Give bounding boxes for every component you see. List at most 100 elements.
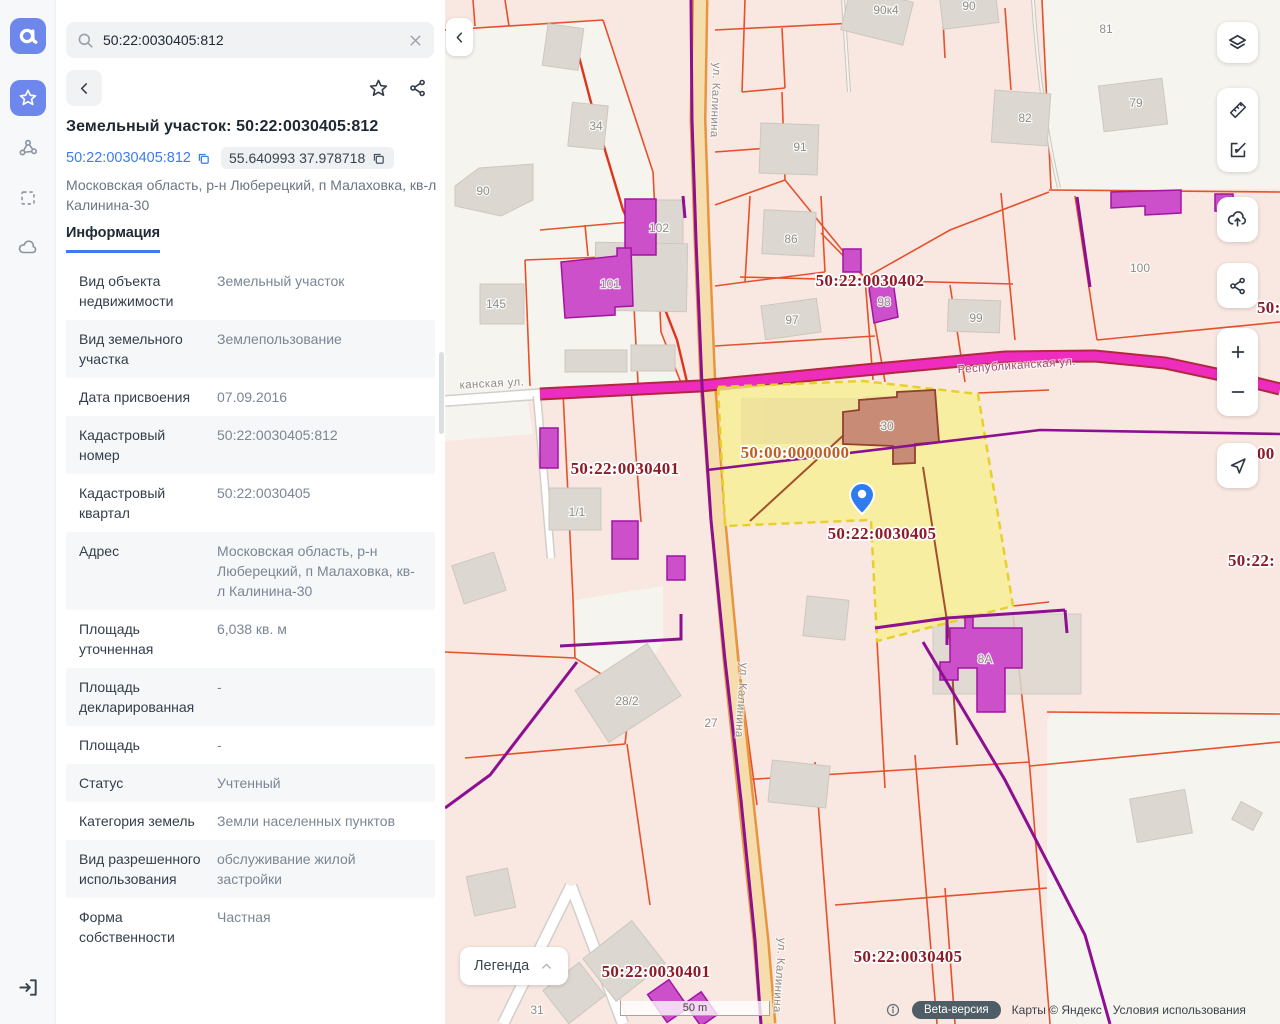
row-label: Вид объекта недвижимости: [79, 271, 205, 311]
row-value: Частная: [217, 907, 422, 947]
zoom-control: [1217, 328, 1258, 416]
info-table: Вид объекта недвижимостиЗемельный участо…: [66, 262, 435, 956]
row-label: Форма собственности: [79, 907, 205, 947]
row-label: Кадастровый квартал: [79, 483, 205, 523]
table-row: Вид земельного участка Землепользование: [66, 320, 435, 378]
edit-square-icon: [1227, 139, 1249, 161]
scale-bar: 50 m: [620, 1001, 770, 1016]
minus-icon: [1228, 382, 1248, 402]
ruler-icon: [1227, 99, 1249, 121]
panel-scrollbar[interactable]: [439, 352, 444, 434]
search-input[interactable]: [103, 32, 399, 48]
chevron-left-icon: [76, 80, 93, 97]
beta-badge[interactable]: Beta-версия: [912, 1001, 1001, 1019]
coordinates-chip: 55.640993 37.978718: [221, 147, 394, 169]
cloud-icon: [16, 236, 40, 260]
row-label: Статус: [79, 773, 205, 793]
row-value: 50:22:0030405:812: [217, 425, 422, 465]
q-label: 50:22:0030401: [602, 962, 711, 981]
tab-information[interactable]: Информация: [66, 225, 160, 253]
sidebar-item-select-area[interactable]: [10, 180, 46, 216]
b-label: 90: [476, 184, 490, 198]
collapse-panel-button[interactable]: [446, 18, 473, 56]
q-label: 50:2: [1257, 298, 1280, 317]
navigate-arrow-icon: [1227, 455, 1249, 477]
locate-me-button[interactable]: [1217, 443, 1258, 488]
row-value: Московская область, р-н Люберецкий, п Ма…: [217, 541, 422, 601]
yandex-maps-credit[interactable]: Карты © Яндекс: [1012, 1003, 1102, 1017]
share-map-button[interactable]: [1217, 263, 1258, 308]
table-row: Дата присвоения 07.09.2016: [66, 378, 435, 416]
chevron-left-icon: [452, 30, 467, 45]
row-label: Вид земельного участка: [79, 329, 205, 369]
favorite-button[interactable]: [362, 72, 394, 104]
row-value: 50:22:0030405: [217, 483, 422, 523]
cloud-upload-icon: [1226, 208, 1249, 231]
row-label: Вид разрешенного использования: [79, 849, 205, 889]
zoom-out-button[interactable]: [1217, 372, 1258, 412]
object-address: Московская область, р-н Люберецкий, п Ма…: [66, 175, 438, 215]
back-button[interactable]: [66, 70, 102, 106]
row-value: 6,038 кв. м: [217, 619, 422, 659]
row-value: Учтенный: [217, 773, 422, 793]
b-label: 27: [704, 716, 718, 730]
logo-icon: [16, 24, 40, 48]
polygon-nodes-icon: [16, 136, 40, 160]
table-row: Площадь уточненная6,038 кв. м: [66, 610, 435, 668]
legend-button[interactable]: Легенда: [460, 947, 568, 985]
b-label: 82: [1018, 111, 1032, 125]
table-row: Кадастровый квартал 50:22:0030405: [66, 474, 435, 532]
row-value: -: [217, 735, 422, 755]
row-label: Адрес: [79, 541, 205, 601]
copy-icon[interactable]: [196, 151, 211, 166]
terms-of-use-link[interactable]: Условия использования: [1113, 1003, 1246, 1017]
table-row: Категория земельЗемли населенных пунктов: [66, 802, 435, 840]
plus-icon: [1228, 342, 1248, 362]
b-label: 1/1: [569, 505, 586, 519]
b-label: 99: [969, 311, 983, 325]
map-attribution: Beta-версия Карты © Яндекс Условия испол…: [885, 1000, 1246, 1020]
edit-button[interactable]: [1217, 130, 1258, 170]
search-bar: [66, 22, 434, 58]
q-label: 50:00:0000000: [741, 443, 850, 462]
ruler-button[interactable]: [1217, 90, 1258, 130]
share-object-button[interactable]: [402, 72, 434, 104]
logout-button[interactable]: [10, 969, 46, 1005]
row-label: Дата присвоения: [79, 387, 205, 407]
table-row: Площадь декларированная-: [66, 668, 435, 726]
b-label: 28/2: [615, 694, 639, 708]
page-title: Земельный участок: 50:22:0030405:812: [66, 118, 438, 136]
object-action-row: [66, 70, 434, 106]
app: Земельный участок: 50:22:0030405:812 50:…: [0, 0, 1280, 1024]
star-icon: [17, 87, 39, 109]
b-label: 90к4: [873, 3, 899, 17]
clear-search-icon[interactable]: [407, 32, 424, 49]
search-icon: [76, 31, 95, 50]
zoom-in-button[interactable]: [1217, 332, 1258, 372]
table-row: Вид объекта недвижимостиЗемельный участо…: [66, 262, 435, 320]
info-button[interactable]: [885, 1002, 901, 1018]
row-value: 07.09.2016: [217, 387, 422, 407]
sidebar-item-objects[interactable]: [10, 130, 46, 166]
share-icon: [1227, 275, 1249, 297]
app-logo[interactable]: [10, 18, 46, 54]
q-label: 50:22:0030401: [571, 459, 680, 478]
sidebar-item-cloud[interactable]: [10, 230, 46, 266]
b-label: 34: [589, 119, 603, 133]
table-row: Кадастровый номер50:22:0030405:812: [66, 416, 435, 474]
layers-button[interactable]: [1217, 22, 1258, 63]
row-value: обслуживание жилой застройки: [217, 849, 422, 889]
q-label: 50:22:0030402: [816, 271, 925, 290]
table-row: Статус Учтенный: [66, 764, 435, 802]
cadastral-number-link[interactable]: 50:22:0030405:812: [66, 150, 211, 166]
b-label: 81: [1099, 22, 1113, 36]
tab-bar: Информация: [66, 224, 160, 253]
table-row: Вид разрешенного использования обслуживан…: [66, 840, 435, 898]
copy-coordinates-icon[interactable]: [371, 151, 386, 166]
map-canvas[interactable]: ул. Калининаул. Калининаул. КалининаРесп…: [445, 0, 1280, 1024]
chevron-up-icon: [539, 959, 554, 974]
sidebar-item-favorites[interactable]: [10, 80, 46, 116]
upload-button[interactable]: [1217, 197, 1258, 242]
b-label: 145: [486, 297, 506, 311]
row-value: Землепользование: [217, 329, 422, 369]
